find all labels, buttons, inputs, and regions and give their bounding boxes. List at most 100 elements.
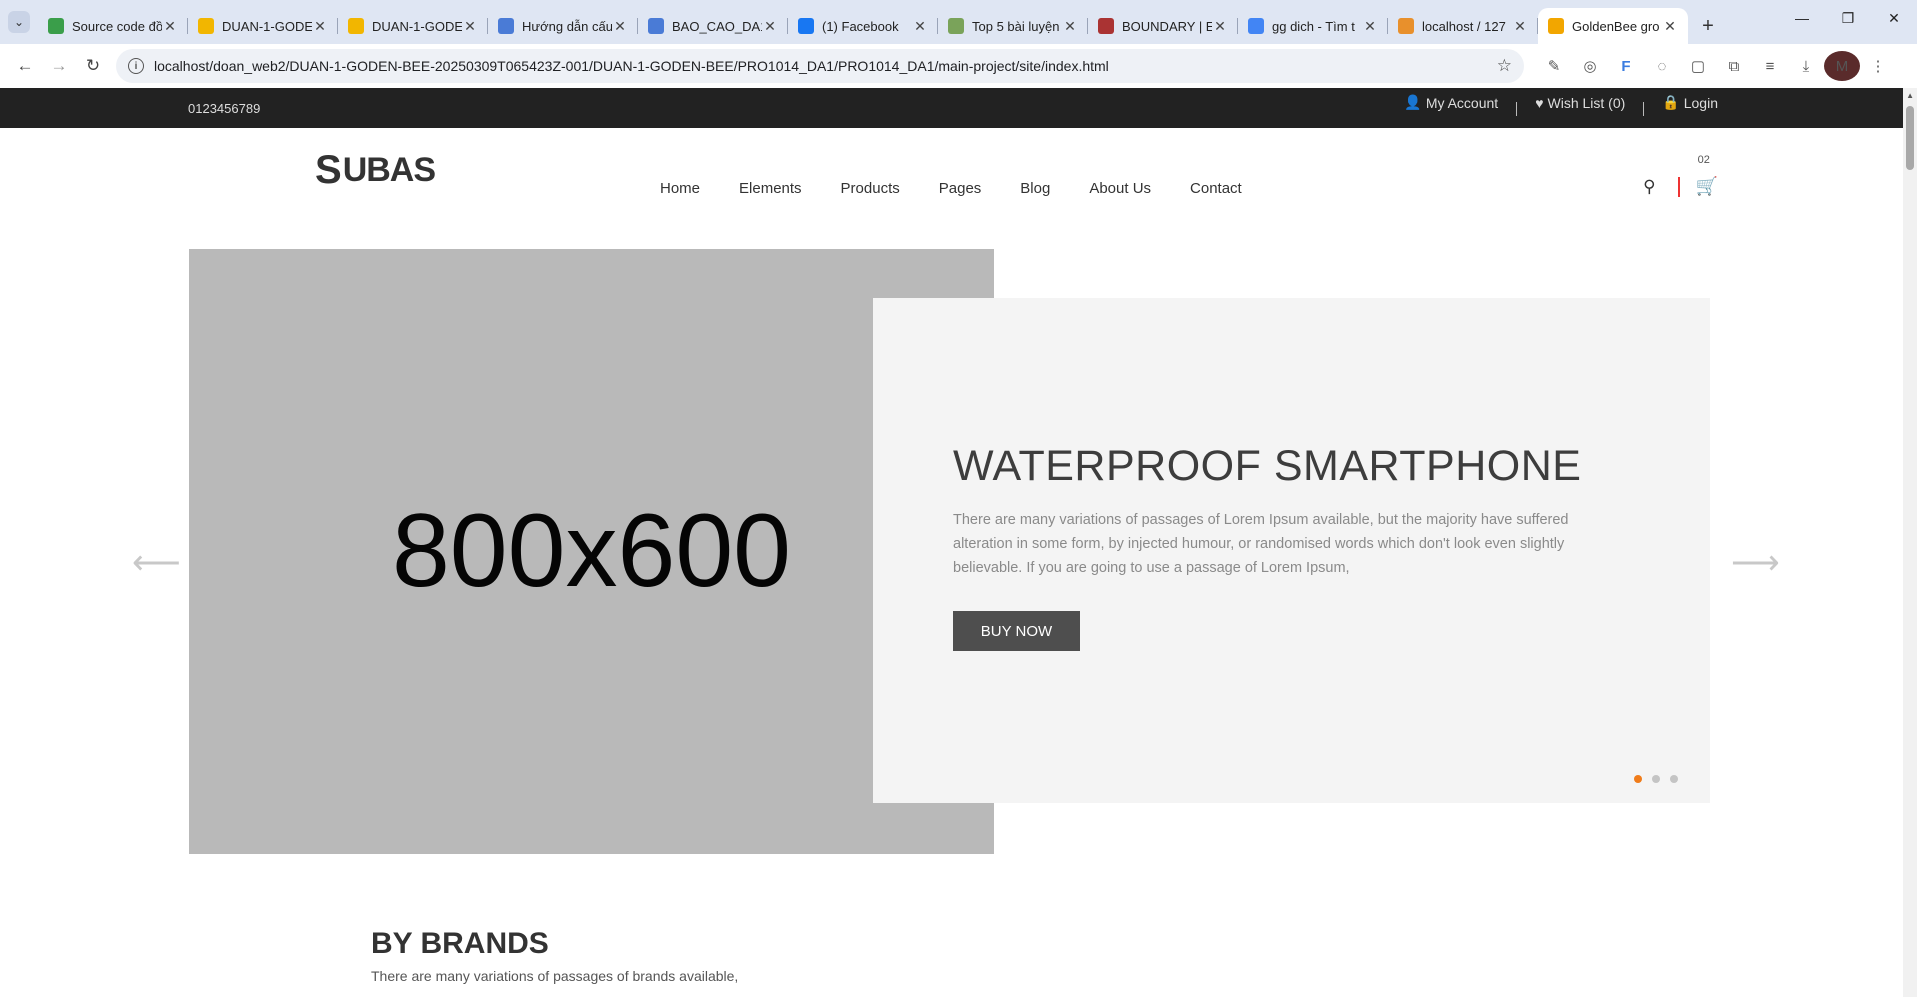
tab-strip: ⌄ Source code đồ ✕ DUAN-1-GODE ✕ DUAN-1-GODE… xyxy=(0,0,1917,44)
tab-title: DUAN-1-GODE xyxy=(372,18,462,34)
cart-icon[interactable]: 🛒 02 xyxy=(1696,154,1718,197)
new-tab-button[interactable]: + xyxy=(1694,8,1722,44)
tab-title: BOUNDARY | E xyxy=(1122,18,1212,34)
close-window-button[interactable]: ✕ xyxy=(1871,0,1917,36)
nav-link-blog[interactable]: Blog xyxy=(1020,180,1050,197)
extension-square-icon[interactable]: ▢ xyxy=(1680,51,1716,81)
browser-toolbar: ← → ↻ i localhost/doan_web2/DUAN-1-GODEN… xyxy=(0,44,1917,88)
tab-search-button[interactable]: ⌄ xyxy=(8,11,30,33)
browser-tab[interactable]: DUAN-1-GODE ✕ xyxy=(188,8,338,44)
buy-now-button[interactable]: BUY NOW xyxy=(953,611,1080,651)
eyedropper-icon[interactable]: ✎ xyxy=(1536,51,1572,81)
download-icon[interactable]: ⤓ xyxy=(1788,51,1824,81)
browser-tab[interactable]: (1) Facebook ✕ xyxy=(788,8,938,44)
brands-subtitle: There are many variations of passages of… xyxy=(371,968,739,984)
slider-dot[interactable] xyxy=(1670,775,1678,783)
close-tab-icon[interactable]: ✕ xyxy=(1362,18,1378,35)
divider xyxy=(1677,176,1680,197)
close-tab-icon[interactable]: ✕ xyxy=(912,18,928,35)
browser-tab[interactable]: Source code đồ ✕ xyxy=(38,8,188,44)
forward-button[interactable]: → xyxy=(42,49,76,83)
my-account-label: My Account xyxy=(1425,94,1499,111)
tab-title: gg dich - Tìm t xyxy=(1272,18,1355,34)
compass-icon[interactable]: ◎ xyxy=(1572,51,1608,81)
extension-circle-icon[interactable]: ◌ xyxy=(1644,51,1680,81)
address-bar[interactable]: i localhost/doan_web2/DUAN-1-GODEN-BEE-2… xyxy=(116,49,1524,83)
bookmark-star-icon[interactable]: ☆ xyxy=(1497,56,1512,76)
page-viewport: 0123456789 👤 My Account ♥ Wish List (0) 🔒 L… xyxy=(0,88,1917,997)
facebook-icon xyxy=(798,18,814,34)
close-tab-icon[interactable]: ✕ xyxy=(1212,18,1228,35)
scroll-up-arrow-icon[interactable]: ▲ xyxy=(1906,91,1914,100)
close-tab-icon[interactable]: ✕ xyxy=(1512,18,1528,35)
nav-link-contact[interactable]: Contact xyxy=(1190,180,1242,197)
user-icon: 👤 xyxy=(1404,94,1422,110)
wish-list-link[interactable]: ♥ Wish List (0) xyxy=(1535,95,1625,111)
close-tab-icon[interactable]: ✕ xyxy=(462,18,478,35)
browser-tab[interactable]: BOUNDARY | E ✕ xyxy=(1088,8,1238,44)
close-tab-icon[interactable]: ✕ xyxy=(612,18,628,35)
logo-mark: S xyxy=(315,148,342,192)
site-info-icon[interactable]: i xyxy=(128,58,144,74)
back-button[interactable]: ← xyxy=(8,49,42,83)
cart-count: 02 xyxy=(1697,154,1710,166)
site-logo[interactable]: S UBAS xyxy=(315,148,436,193)
tab-title: BAO_CAO_DA1 xyxy=(672,18,762,34)
close-tab-icon[interactable]: ✕ xyxy=(1662,18,1678,35)
restore-button[interactable]: ❐ xyxy=(1825,0,1871,36)
slider-next-arrow-icon[interactable]: ⟶ xyxy=(1731,543,1780,583)
media-queue-icon[interactable]: ≡ xyxy=(1752,51,1788,81)
hero-card: WATERPROOF SMARTPHONE There are many var… xyxy=(873,298,1710,803)
extension-f-icon[interactable]: F xyxy=(1608,51,1644,81)
tab-title: Hướng dẫn cấu xyxy=(522,18,612,34)
scrollbar-thumb[interactable] xyxy=(1906,106,1914,170)
drive-icon xyxy=(198,18,214,34)
browser-tab[interactable]: localhost / 127 ✕ xyxy=(1388,8,1538,44)
browser-tab[interactable]: Top 5 bài luyện ✕ xyxy=(938,8,1088,44)
phpmyadmin-icon xyxy=(1398,18,1414,34)
browser-tab[interactable]: DUAN-1-GODE ✕ xyxy=(338,8,488,44)
heart-icon: ♥ xyxy=(1535,94,1544,111)
browser-tab[interactable]: gg dich - Tìm t ✕ xyxy=(1238,8,1388,44)
browser-menu-icon[interactable]: ⋮ xyxy=(1860,51,1896,81)
source-icon xyxy=(48,18,64,34)
google-icon xyxy=(1248,18,1264,34)
url-text[interactable]: localhost/doan_web2/DUAN-1-GODEN-BEE-202… xyxy=(154,58,1497,74)
search-icon[interactable]: ⚲ xyxy=(1643,177,1655,197)
my-account-link[interactable]: 👤 My Account xyxy=(1404,94,1498,111)
tab-title: Source code đồ xyxy=(72,18,162,34)
phone-number: 0123456789 xyxy=(188,101,261,116)
placeholder-text: 800x600 xyxy=(391,493,792,609)
extensions-puzzle-icon[interactable]: ⧉ xyxy=(1716,51,1752,81)
extensions-area: ✎ ◎ F ◌ ▢ ⧉ ≡ ⤓ M ⋮ xyxy=(1536,51,1896,81)
browser-tab[interactable]: GoldenBee gro ✕ xyxy=(1538,8,1688,44)
lock-icon: 🔒 xyxy=(1662,94,1680,110)
profile-avatar[interactable]: M xyxy=(1824,51,1860,81)
close-tab-icon[interactable]: ✕ xyxy=(162,18,178,35)
divider xyxy=(1516,101,1518,116)
browser-tab[interactable]: BAO_CAO_DA1 ✕ xyxy=(638,8,788,44)
logo-text: UBAS xyxy=(342,151,436,189)
page-scrollbar[interactable]: ▲ xyxy=(1903,88,1917,997)
nav-link-elements[interactable]: Elements xyxy=(739,180,802,197)
slider-dot[interactable] xyxy=(1652,775,1660,783)
minimize-button[interactable]: — xyxy=(1779,0,1825,36)
nav-link-about-us[interactable]: About Us xyxy=(1089,180,1151,197)
docs-icon xyxy=(498,18,514,34)
slider-prev-arrow-icon[interactable]: ⟵ xyxy=(132,543,181,583)
close-tab-icon[interactable]: ✕ xyxy=(762,18,778,35)
header-icons: ⚲ 🛒 02 xyxy=(1643,154,1718,197)
login-label: Login xyxy=(1683,94,1718,111)
nav-link-products[interactable]: Products xyxy=(841,180,900,197)
slider-dot[interactable] xyxy=(1634,775,1642,783)
nav-link-pages[interactable]: Pages xyxy=(939,180,982,197)
divider xyxy=(1643,101,1645,116)
reload-button[interactable]: ↻ xyxy=(76,49,110,83)
login-link[interactable]: 🔒 Login xyxy=(1662,94,1718,111)
close-tab-icon[interactable]: ✕ xyxy=(1062,18,1078,35)
gear-icon xyxy=(948,18,964,34)
close-tab-icon[interactable]: ✕ xyxy=(312,18,328,35)
browser-tab[interactable]: Hướng dẫn cấu ✕ xyxy=(488,8,638,44)
tab-title: GoldenBee gro xyxy=(1572,18,1660,34)
nav-link-home[interactable]: Home xyxy=(660,180,700,197)
